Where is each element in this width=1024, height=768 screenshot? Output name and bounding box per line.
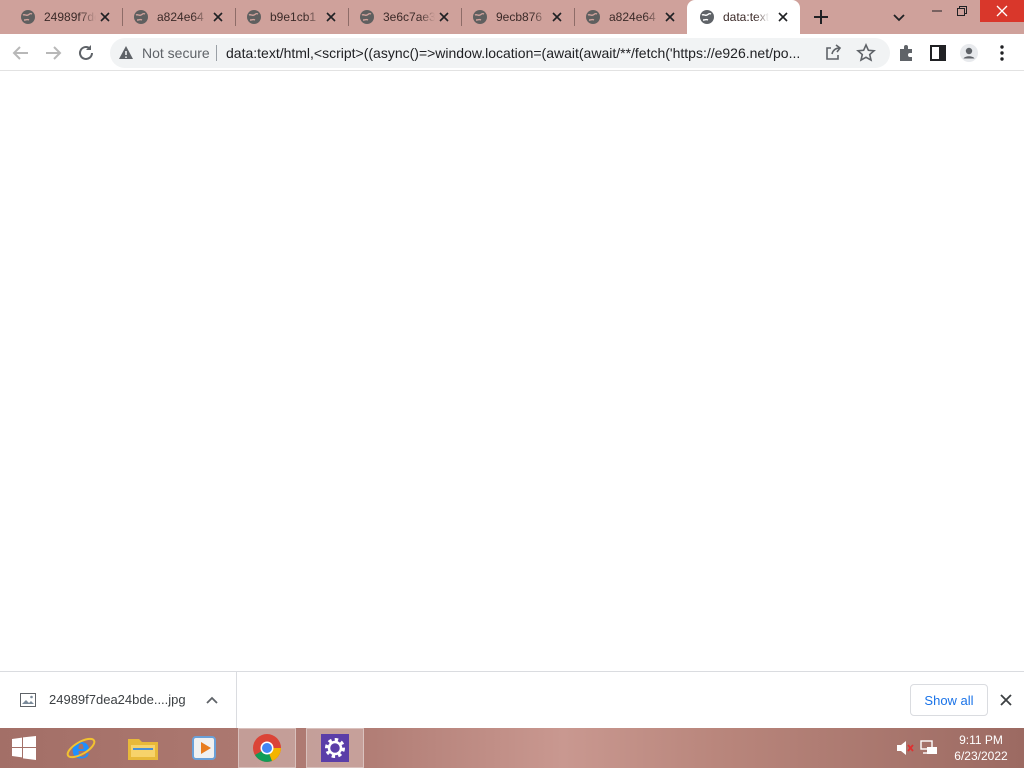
bookmark-star-icon[interactable]	[856, 43, 876, 63]
close-window-button[interactable]	[980, 0, 1024, 22]
start-button[interactable]	[0, 728, 48, 768]
globe-icon	[21, 10, 35, 24]
chevron-up-icon[interactable]	[205, 694, 219, 706]
taskbar-chrome[interactable]	[238, 728, 296, 768]
download-item[interactable]: 24989f7dea24bde....jpg	[0, 672, 237, 728]
globe-icon	[473, 10, 487, 24]
system-tray	[896, 728, 938, 768]
tab-title: 3e6c7ae3	[383, 10, 435, 24]
system-clock[interactable]: 9:11 PM 6/23/2022	[946, 732, 1016, 764]
globe-icon	[700, 10, 714, 24]
tab-title: 9ecb876	[496, 10, 543, 24]
tab-strip: 24989f7dea24bde a824e64 b9e1cb1 3e6c7ae3…	[0, 0, 1024, 34]
share-icon[interactable]	[824, 44, 842, 62]
folder-icon	[128, 739, 158, 760]
tab-5[interactable]: 9ecb876	[452, 0, 574, 34]
tab-title: a824e64	[157, 10, 204, 24]
chrome-icon	[253, 734, 281, 762]
tab-3[interactable]: b9e1cb1	[226, 0, 348, 34]
globe-icon	[360, 10, 374, 24]
tab-title: 24989f7dea24bde	[44, 10, 96, 24]
tab-6[interactable]: a824e64	[565, 0, 687, 34]
tab-2[interactable]: a824e64	[113, 0, 235, 34]
close-tab-icon[interactable]	[98, 10, 112, 24]
tab-title: data:text	[723, 10, 769, 24]
close-tab-icon[interactable]	[324, 10, 338, 24]
extensions-puzzle-icon[interactable]	[896, 43, 916, 63]
side-panel-icon[interactable]	[928, 43, 948, 63]
profile-avatar-icon[interactable]	[959, 43, 979, 63]
close-icon	[996, 5, 1008, 17]
windows-logo-icon	[12, 736, 36, 760]
address-bar[interactable]: Not secure data:text/html,<script>((asyn…	[110, 38, 890, 68]
close-icon[interactable]	[998, 692, 1014, 708]
tab-1[interactable]: 24989f7dea24bde	[0, 0, 122, 34]
download-shelf: 24989f7dea24bde....jpg Show all	[0, 671, 1024, 728]
taskbar-internet-explorer[interactable]: e	[52, 728, 110, 768]
new-tab-plus-icon[interactable]	[810, 6, 832, 28]
page-content	[0, 72, 1024, 671]
media-player-icon	[192, 736, 216, 760]
omnibox-divider	[216, 45, 217, 61]
taskbar-settings[interactable]	[306, 728, 364, 768]
network-icon[interactable]	[920, 740, 938, 756]
download-file-name[interactable]: 24989f7dea24bde....jpg	[49, 692, 186, 707]
tab-active[interactable]: data:text	[687, 0, 800, 34]
taskbar-media-player[interactable]	[176, 728, 234, 768]
url-text[interactable]: data:text/html,<script>((async()=>window…	[226, 45, 816, 61]
security-label[interactable]: Not secure	[142, 45, 210, 61]
close-tab-icon[interactable]	[663, 10, 677, 24]
kebab-menu-icon[interactable]	[992, 43, 1012, 63]
globe-icon	[247, 10, 261, 24]
minimize-icon	[932, 10, 942, 12]
image-file-icon	[20, 693, 36, 707]
tab-search-chevron-icon[interactable]	[890, 8, 908, 26]
close-tab-icon[interactable]	[437, 10, 451, 24]
speaker-muted-icon[interactable]	[896, 740, 914, 756]
browser-toolbar: Not secure data:text/html,<script>((asyn…	[0, 34, 1024, 71]
reload-icon[interactable]	[76, 43, 96, 63]
close-tab-icon[interactable]	[776, 10, 790, 24]
restore-button[interactable]	[947, 0, 977, 22]
taskbar: e 9:11 PM 6/23/2022	[0, 728, 1024, 768]
gear-icon	[321, 734, 349, 762]
show-all-button[interactable]: Show all	[910, 684, 988, 716]
close-tab-icon[interactable]	[550, 10, 564, 24]
close-tab-icon[interactable]	[211, 10, 225, 24]
back-arrow-icon[interactable]	[11, 43, 31, 63]
globe-icon	[134, 10, 148, 24]
svg-text:e: e	[71, 732, 90, 764]
tab-title: b9e1cb1	[270, 10, 317, 24]
tab-title: a824e64	[609, 10, 656, 24]
tab-4[interactable]: 3e6c7ae3	[339, 0, 461, 34]
clock-time: 9:11 PM	[959, 733, 1003, 747]
warning-triangle-icon[interactable]	[118, 45, 134, 61]
forward-arrow-icon[interactable]	[43, 43, 63, 63]
internet-explorer-icon: e	[66, 732, 96, 764]
taskbar-file-explorer[interactable]	[114, 728, 172, 768]
clock-date: 6/23/2022	[954, 749, 1008, 763]
restore-icon	[957, 6, 967, 16]
globe-icon	[586, 10, 600, 24]
